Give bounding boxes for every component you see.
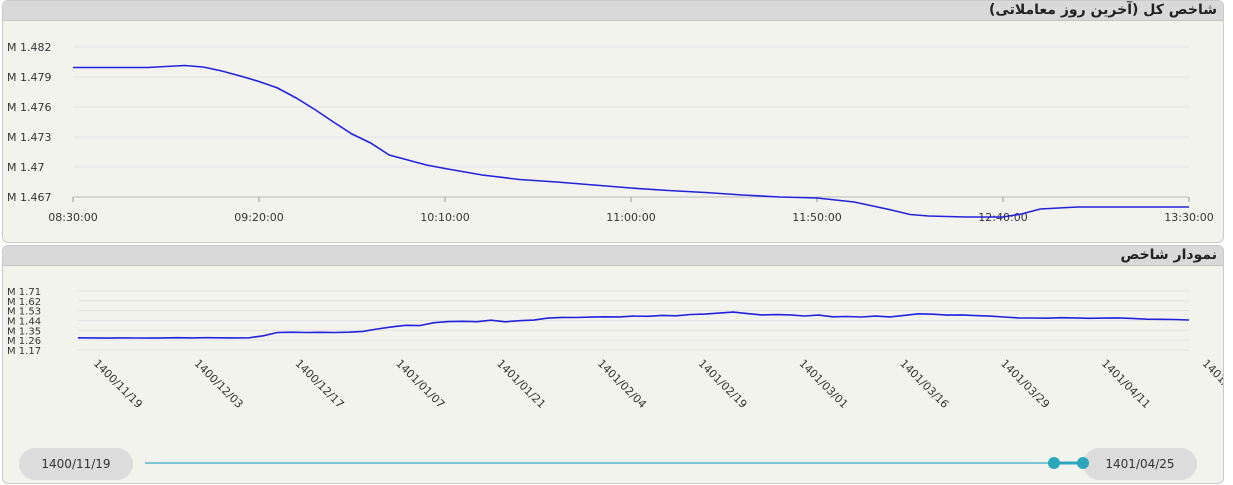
y-tick-label: M 1.17 <box>7 346 41 357</box>
range-slider[interactable] <box>3 448 1223 478</box>
x-tick-label: 11:00:00 <box>606 211 655 224</box>
y-tick-label: M 1.47 <box>7 161 44 174</box>
x-tick-label: 09:20:00 <box>234 211 283 224</box>
index-series-line <box>77 311 1190 339</box>
y-tick-label: M 1.482 <box>7 41 51 54</box>
x-tick-label: 1401/04/11 <box>1099 357 1153 411</box>
y-tick-label: M 1.62 <box>7 297 41 308</box>
x-tick-label: 1400/12/03 <box>192 357 246 411</box>
panel-title: نمودار شاخص <box>3 246 1223 266</box>
x-tick-label: 1401/03/16 <box>897 357 951 411</box>
x-tick-label: 1401/01/07 <box>393 357 447 411</box>
range-slider-start-handle[interactable] <box>1048 457 1060 469</box>
x-tick-label: 1400/12/17 <box>292 357 346 411</box>
range-slider-end-handle[interactable] <box>1077 457 1089 469</box>
x-tick-label: 1401/04/25 <box>1200 357 1223 411</box>
y-tick-label: M 1.44 <box>7 317 41 328</box>
x-tick-label: 1401/02/04 <box>595 357 649 411</box>
y-tick-label: M 1.53 <box>7 307 41 318</box>
intraday-index-chart: M 1.467 M 1.47 M 1.473 M 1.476 M 1.479 M 1.48… <box>7 41 1214 224</box>
y-tick-label: M 1.71 <box>7 287 41 298</box>
y-tick-label: M 1.26 <box>7 336 41 347</box>
intraday-index-panel: شاخص کل (آخرین روز معاملاتی) M 1.467 M 1.… <box>2 0 1224 243</box>
index-history-panel: نمودار شاخص M 1.17 M 1.26 M 1.35 M 1.44 M 1.… <box>2 245 1224 484</box>
x-tick-label: 13:30:00 <box>1164 211 1213 224</box>
index-series-line <box>73 64 1189 218</box>
x-tick-label: 11:50:00 <box>792 211 841 224</box>
y-tick-label: M 1.476 <box>7 101 51 114</box>
x-tick-label: 1401/01/21 <box>494 357 548 411</box>
x-tick-label: 1401/03/01 <box>796 357 850 411</box>
y-tick-label: M 1.35 <box>7 326 41 337</box>
panel-title: شاخص کل (آخرین روز معاملاتی) <box>3 1 1223 21</box>
x-tick-label: 1400/11/19 <box>91 357 145 411</box>
y-tick-label: M 1.467 <box>7 191 51 204</box>
x-tick-label: 1401/02/19 <box>696 357 750 411</box>
y-tick-label: M 1.473 <box>7 131 51 144</box>
y-tick-label: M 1.479 <box>7 71 51 84</box>
x-tick-label: 10:10:00 <box>420 211 469 224</box>
x-tick-label: 1401/03/29 <box>998 357 1052 411</box>
x-tick-label: 08:30:00 <box>48 211 97 224</box>
